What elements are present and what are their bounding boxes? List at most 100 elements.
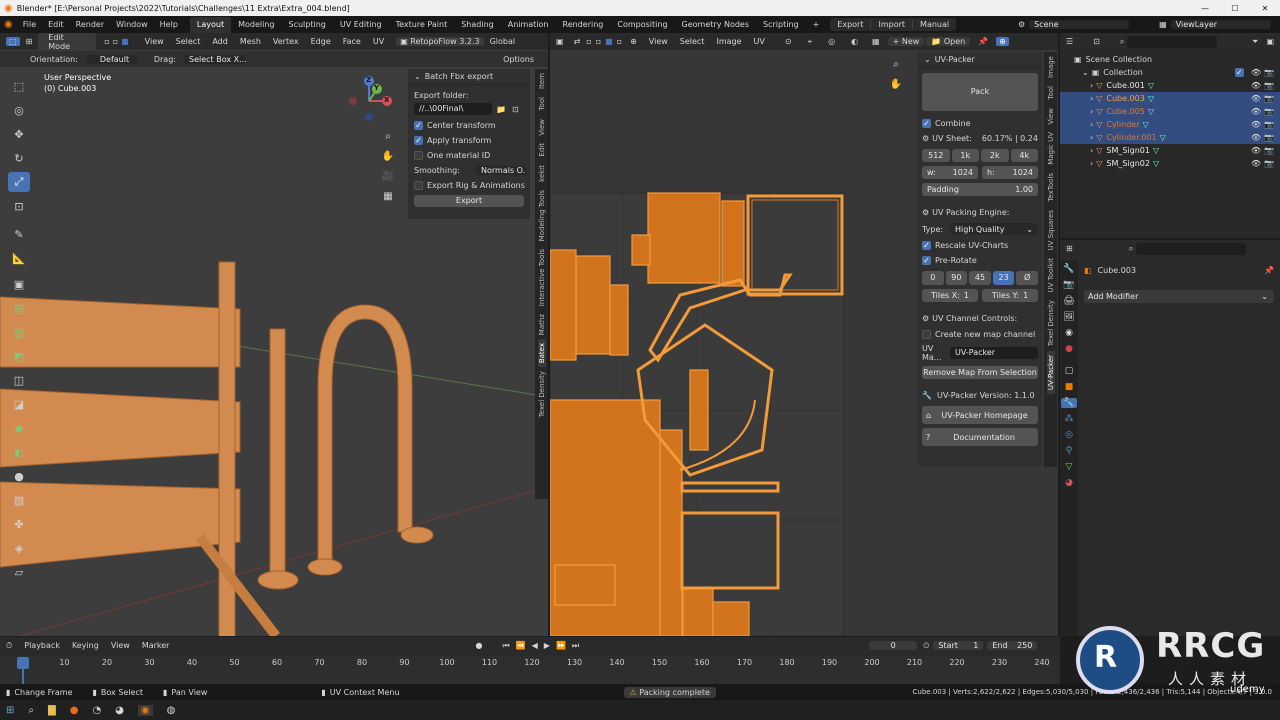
menu-face[interactable]: Face (337, 37, 367, 46)
outliner-item[interactable]: › ▽ SM_Sign02 ▽ 👁 📷 (1060, 157, 1280, 170)
properties-pin-icon[interactable]: 📌 (1264, 266, 1274, 275)
viewlayer-selector[interactable]: ViewLayer (1170, 20, 1271, 29)
center-transform-checkbox[interactable] (414, 121, 423, 130)
import-menu-button[interactable]: Import (870, 20, 912, 29)
tweak-tool-icon[interactable]: ⬚ (8, 76, 30, 96)
uv-island-mode-icon[interactable]: ▫ (615, 37, 624, 46)
knife-tool-icon[interactable]: ◪ (8, 394, 30, 414)
render-camera-icon[interactable]: 📷 (1264, 81, 1274, 90)
sidebar-tab-modeling-tools[interactable]: Modeling Tools (538, 186, 546, 245)
edge-mode-icon[interactable]: ▫ (113, 37, 118, 46)
timeline-view-menu[interactable]: View (105, 641, 136, 650)
drag-dropdown[interactable]: Select Box X... (183, 54, 246, 64)
timeline-ruler[interactable]: 0102030405060708090100110120130140150160… (0, 656, 1060, 684)
render-camera-icon[interactable]: 📷 (1264, 159, 1274, 168)
grid-view-icon[interactable]: ▦ (380, 191, 396, 211)
expand-arrow-icon[interactable]: › (1090, 94, 1093, 103)
rotation-90-button[interactable]: 90 (945, 271, 968, 285)
sidebar-tab-view[interactable]: View (538, 115, 546, 140)
taskbar-search-icon[interactable]: ⌕ (28, 705, 34, 716)
uv-sync-icon[interactable]: ⇄ (570, 37, 585, 46)
extrude-tool-icon[interactable]: ▤ (8, 298, 30, 318)
uv-menu-select[interactable]: Select (674, 37, 711, 46)
scene-selector[interactable]: Scene (1029, 20, 1130, 29)
face-mode-icon[interactable]: ■ (121, 37, 129, 46)
uv-snap-icon[interactable]: ⌖ (808, 37, 813, 47)
combine-checkbox[interactable] (922, 119, 931, 128)
render-camera-icon[interactable]: 📷 (1264, 68, 1274, 77)
prev-key-icon[interactable]: ⏪ (516, 641, 526, 650)
file-explorer-icon[interactable]: ▇ (48, 705, 56, 716)
uv-tab-view[interactable]: View (1047, 104, 1055, 129)
outliner-scene-collection[interactable]: ▣ Scene Collection (1060, 53, 1280, 66)
sidebar-tab-tool[interactable]: Tool (538, 93, 546, 115)
visibility-eye-icon[interactable]: 👁 (1251, 159, 1261, 168)
object-props-icon[interactable]: ■ (1065, 382, 1074, 392)
keying-menu[interactable]: Keying (66, 641, 105, 650)
export-rig-checkbox[interactable] (414, 181, 423, 190)
smoothing-dropdown[interactable]: Normals O... (476, 166, 526, 175)
polybuild-tool-icon[interactable]: ◆ (8, 418, 30, 438)
transform-tool-icon[interactable]: ⊡ (8, 196, 30, 216)
batch-export-button[interactable]: Export (414, 195, 524, 207)
uv-edge-mode-icon[interactable]: ▫ (594, 37, 603, 46)
jump-end-icon[interactable]: ⏭ (572, 641, 579, 651)
tab-sculpting[interactable]: Sculpting (282, 17, 333, 33)
visibility-eye-icon[interactable]: 👁 (1251, 146, 1261, 155)
uv-tab-textools[interactable]: TexTools (1047, 169, 1055, 206)
folder-open-icon[interactable]: ⊡ (512, 105, 519, 114)
playback-menu[interactable]: Playback (18, 641, 66, 650)
menu-window[interactable]: Window (110, 20, 154, 29)
uv-face-mode-icon[interactable]: ■ (603, 37, 615, 46)
uv-packer-collapse-icon[interactable]: ⌄ (924, 55, 931, 64)
app-icon-3[interactable]: ◍ (167, 705, 176, 716)
rotation-custom-button[interactable]: Ø (1016, 271, 1038, 285)
tab-compositing[interactable]: Compositing (610, 17, 674, 33)
sidebar-tab-item[interactable]: Item (538, 69, 546, 93)
size-512-button[interactable]: 512 (922, 149, 950, 162)
maximize-button[interactable]: ☐ (1220, 4, 1250, 13)
pin-icon[interactable]: 📌 (978, 37, 988, 46)
one-material-checkbox[interactable] (414, 151, 423, 160)
outliner-item[interactable]: › ▽ Cube.005 ▽ 👁 📷 (1060, 105, 1280, 118)
menu-file[interactable]: File (17, 20, 42, 29)
view-layer-props-icon[interactable]: 🖼 (1063, 312, 1074, 322)
rotation-23-button[interactable]: 23 (992, 271, 1015, 285)
outliner-collection[interactable]: ⌄ ▣Collection 👁 📷 (1060, 66, 1280, 79)
uv-pan-hand-icon[interactable]: ✋ (888, 79, 904, 99)
menu-render[interactable]: Render (70, 20, 110, 29)
render-camera-icon[interactable]: 📷 (1264, 94, 1274, 103)
padding-field[interactable]: Padding 1.00 (922, 183, 1038, 196)
uv-map-input[interactable]: UV-Packer (950, 347, 1038, 359)
uv-editor[interactable]: ▣ ⇄ ▫ ▫ ■ ▫ ⊕ View Select Image UV ⊙ ⌖ ◎… (550, 33, 1058, 636)
scale-tool-icon[interactable]: ⤢ (8, 172, 30, 192)
outliner-editor-icon[interactable]: ☰ (1066, 37, 1073, 46)
uv-tab-uv-toolkit[interactable]: UV Toolkit (1047, 254, 1055, 296)
navigation-gizmo[interactable]: Z X Y (344, 73, 394, 123)
record-icon[interactable]: ● (475, 641, 482, 650)
menu-help[interactable]: Help (154, 20, 184, 29)
preview-range-icon[interactable]: ⏲ (923, 641, 929, 651)
menu-view[interactable]: View (139, 37, 170, 46)
export-folder-input[interactable]: //..\00Final\ (414, 103, 492, 115)
outliner-search-icon[interactable]: ⌕ (1120, 37, 1124, 47)
tiles-x-field[interactable]: Tiles X: 1 (922, 289, 978, 302)
uv-tab-magic-uv[interactable]: Magic UV (1047, 128, 1055, 169)
app-icon-1[interactable]: ◔ (92, 705, 101, 716)
shear-tool-icon[interactable]: ◈ (8, 538, 30, 558)
collection-checkbox[interactable] (1234, 68, 1244, 77)
properties-search-input[interactable] (1136, 242, 1247, 255)
menu-edge[interactable]: Edge (305, 37, 337, 46)
manual-menu-button[interactable]: Manual (912, 20, 956, 29)
next-key-icon[interactable]: ⏩ (556, 641, 566, 650)
inset-tool-icon[interactable]: ▥ (8, 322, 30, 342)
tab-scripting[interactable]: Scripting (756, 17, 806, 33)
menu-select[interactable]: Select (170, 37, 207, 46)
camera-icon[interactable]: 🎥 (380, 171, 396, 191)
tab-shading[interactable]: Shading (454, 17, 501, 33)
export-menu-button[interactable]: Export (830, 20, 870, 29)
uv-sticky-icon[interactable]: ⊕ (624, 37, 643, 46)
add-workspace-button[interactable]: + (806, 17, 827, 33)
cursor-tool-icon[interactable]: ◎ (8, 100, 30, 120)
tab-modeling[interactable]: Modeling (231, 17, 281, 33)
